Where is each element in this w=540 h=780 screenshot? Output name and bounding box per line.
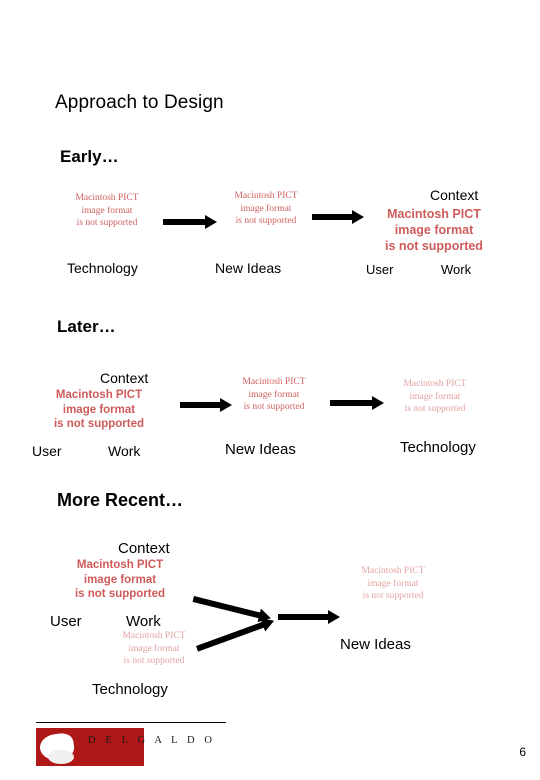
page-number: 6 — [519, 745, 526, 759]
logo-wordmark: D E L G A L D O — [88, 735, 216, 746]
label-recent-work: Work — [126, 613, 161, 630]
label-early-technology: Technology — [67, 260, 138, 276]
label-later-user: User — [32, 443, 62, 459]
pict-placeholder-recent-technology: Macintosh PICT image format is not suppo… — [122, 631, 186, 666]
pict-placeholder-later-userwork: Macintosh PICT image format is not suppo… — [53, 389, 145, 430]
section-heading-later: Later… — [57, 317, 116, 336]
footer-divider — [36, 722, 226, 723]
label-early-work: Work — [441, 262, 472, 277]
logo-mark — [36, 728, 144, 766]
pict-placeholder-later-newideas: Macintosh PICT image format is not suppo… — [242, 377, 306, 412]
arrow-recent-1 — [192, 596, 274, 626]
label-later-context: Context — [100, 370, 149, 386]
label-recent-context: Context — [118, 540, 170, 557]
arrow-recent-2 — [196, 614, 277, 652]
label-recent-technology: Technology — [92, 681, 168, 698]
page-title: Approach to Design — [55, 92, 224, 113]
label-later-technology: Technology — [400, 439, 476, 456]
label-early-user: User — [366, 262, 394, 277]
pict-placeholder-recent-newideas: Macintosh PICT image format is not suppo… — [361, 566, 425, 601]
label-later-newideas: New Ideas — [225, 441, 296, 458]
pict-placeholder-later-technology: Macintosh PICT image format is not suppo… — [403, 379, 467, 414]
label-early-context: Context — [430, 187, 479, 203]
pict-placeholder-early-newideas: Macintosh PICT image format is not suppo… — [234, 191, 298, 226]
label-recent-user: User — [50, 613, 82, 630]
section-heading-early: Early… — [60, 147, 119, 166]
section-heading-more-recent: More Recent… — [57, 490, 184, 510]
pict-placeholder-recent-userwork: Macintosh PICT image format is not suppo… — [74, 559, 166, 600]
label-recent-newideas: New Ideas — [340, 636, 411, 653]
slide: Approach to Design Early… Context Macint… — [0, 0, 540, 780]
pict-placeholder-early-technology: Macintosh PICT image format is not suppo… — [75, 193, 139, 228]
label-early-newideas: New Ideas — [215, 260, 282, 276]
pict-placeholder-early-userwork: Macintosh PICT image format is not suppo… — [385, 207, 483, 253]
label-later-work: Work — [108, 443, 141, 459]
